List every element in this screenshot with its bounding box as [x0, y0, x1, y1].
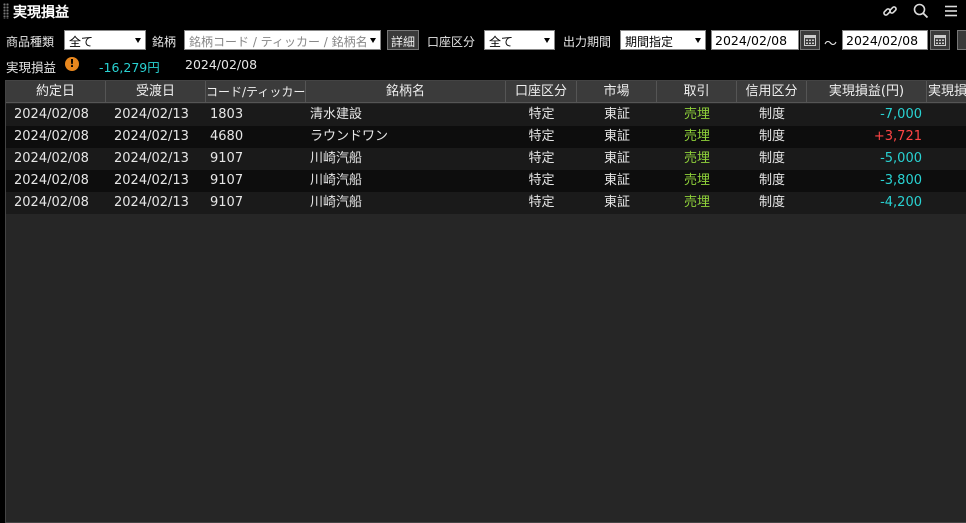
pnl-cell: +3,721: [873, 129, 922, 144]
settle-date-cell: 2024/02/13: [114, 107, 189, 122]
market-cell: 東証: [603, 107, 630, 122]
summary-value: -16,279円: [99, 60, 160, 75]
product-type-select[interactable]: 全て: [64, 30, 146, 50]
date-from-input[interactable]: 2024/02/08: [711, 30, 799, 50]
table-header: 約定日 受渡日 コード/ティッカー 銘柄名 口座区分 市場 取引 信用区分 実現…: [6, 81, 966, 103]
table-row[interactable]: 2024/02/08 2024/02/13 1803 清水建設 特定 東証 売埋 制度 -7,0…: [6, 104, 966, 126]
code-cell: 9107: [210, 151, 244, 166]
summary-label: 実現損益: [6, 60, 57, 75]
stock-name-cell: ラウンドワン: [310, 129, 389, 144]
margin-cell: 制度: [758, 195, 785, 210]
chevron-down-icon: [695, 38, 701, 43]
title-bar: 実現損益: [0, 0, 966, 22]
chevron-down-icon: [544, 38, 550, 43]
date-separator: ～: [824, 37, 838, 52]
warning-icon[interactable]: !: [65, 57, 79, 71]
header-pnl-2[interactable]: 実現損: [927, 81, 966, 103]
pnl-cell: -5,000: [880, 151, 922, 166]
product-type-label: 商品種類: [6, 35, 55, 49]
account-cell: 特定: [528, 129, 555, 144]
account-cell: 特定: [528, 107, 555, 122]
account-cell: 特定: [528, 173, 555, 188]
table-row[interactable]: 2024/02/08 2024/02/13 4680 ラウンドワン 特定 東証 売埋 制度 +3…: [6, 126, 966, 148]
pnl-cell: -3,800: [880, 173, 922, 188]
trade-date-cell: 2024/02/08: [14, 129, 89, 144]
chevron-down-icon: [370, 38, 376, 43]
pnl-cell: -4,200: [880, 195, 922, 210]
code-cell: 9107: [210, 195, 244, 210]
chevron-down-icon: [135, 38, 141, 43]
settle-date-cell: 2024/02/13: [114, 151, 189, 166]
pnl-cell: -7,000: [880, 107, 922, 122]
trade-type-cell: 売埋: [683, 195, 710, 210]
header-margin[interactable]: 信用区分: [737, 81, 807, 103]
calendar-icon[interactable]: [930, 30, 950, 50]
period-label: 出力期間: [563, 35, 612, 49]
trade-date-cell: 2024/02/08: [14, 151, 89, 166]
code-cell: 1803: [210, 107, 244, 122]
header-pnl[interactable]: 実現損益(円): [807, 81, 927, 103]
search-icon[interactable]: [911, 1, 931, 21]
settle-date-cell: 2024/02/13: [114, 129, 189, 144]
trade-type-cell: 売埋: [683, 151, 710, 166]
trade-date-cell: 2024/02/08: [14, 107, 89, 122]
trade-type-cell: 売埋: [683, 173, 710, 188]
margin-cell: 制度: [758, 129, 785, 144]
summary-bar: 実現損益 ! -16,279円 2024/02/08: [0, 56, 966, 75]
calendar-icon[interactable]: [800, 30, 820, 50]
market-cell: 東証: [603, 173, 630, 188]
margin-cell: 制度: [758, 107, 785, 122]
settle-date-cell: 2024/02/13: [114, 173, 189, 188]
margin-cell: 制度: [758, 151, 785, 166]
trade-date-cell: 2024/02/08: [14, 195, 89, 210]
account-select[interactable]: 全て: [484, 30, 555, 50]
header-market[interactable]: 市場: [577, 81, 657, 103]
search-button[interactable]: [957, 30, 966, 50]
header-trade[interactable]: 取引: [657, 81, 737, 103]
account-label: 口座区分: [427, 35, 476, 49]
symbol-placeholder: 銘柄コード / ティッカー / 銘柄名: [189, 35, 368, 49]
stock-name-cell: 川崎汽船: [310, 151, 363, 166]
window-title: 実現損益: [13, 5, 69, 21]
header-name[interactable]: 銘柄名: [306, 81, 506, 103]
account-value: 全て: [489, 35, 514, 49]
table-row[interactable]: 2024/02/08 2024/02/13 9107 川崎汽船 特定 東証 売埋 制度 -5,0…: [6, 148, 966, 170]
account-cell: 特定: [528, 151, 555, 166]
stock-name-cell: 川崎汽船: [310, 195, 363, 210]
drag-grip[interactable]: [3, 3, 9, 19]
code-cell: 4680: [210, 129, 244, 144]
trade-type-cell: 売埋: [683, 129, 710, 144]
header-trade-date[interactable]: 約定日: [6, 81, 106, 103]
period-select[interactable]: 期間指定: [620, 30, 706, 50]
symbol-label: 銘柄: [152, 35, 177, 49]
market-cell: 東証: [603, 151, 630, 166]
account-cell: 特定: [528, 195, 555, 210]
trade-type-cell: 売埋: [683, 107, 710, 122]
header-settle-date[interactable]: 受渡日: [106, 81, 206, 103]
detail-button[interactable]: 詳細: [387, 30, 420, 50]
filter-bar: 商品種類 全て 銘柄 銘柄コード / ティッカー / 銘柄名 詳細 口座区分 全…: [0, 29, 966, 52]
market-cell: 東証: [603, 195, 630, 210]
table-row[interactable]: 2024/02/08 2024/02/13 9107 川崎汽船 特定 東証 売埋 制度 -4,2…: [6, 192, 966, 214]
menu-icon[interactable]: [941, 1, 961, 21]
period-value: 期間指定: [625, 35, 674, 49]
table-row[interactable]: 2024/02/08 2024/02/13 9107 川崎汽船 特定 東証 売埋 制度 -3,8…: [6, 170, 966, 192]
summary-date: 2024/02/08: [185, 57, 258, 72]
header-account[interactable]: 口座区分: [506, 81, 577, 103]
link-icon[interactable]: [880, 1, 900, 21]
header-code[interactable]: コード/ティッカー: [206, 81, 306, 103]
pnl-table: 約定日 受渡日 コード/ティッカー 銘柄名 口座区分 市場 取引 信用区分 実現…: [5, 80, 966, 523]
margin-cell: 制度: [758, 173, 785, 188]
date-to-input[interactable]: 2024/02/08: [842, 30, 928, 50]
product-type-value: 全て: [69, 35, 94, 49]
market-cell: 東証: [603, 129, 630, 144]
symbol-input[interactable]: 銘柄コード / ティッカー / 銘柄名: [184, 30, 381, 50]
stock-name-cell: 川崎汽船: [310, 173, 363, 188]
trade-date-cell: 2024/02/08: [14, 173, 89, 188]
stock-name-cell: 清水建設: [310, 107, 363, 122]
code-cell: 9107: [210, 173, 244, 188]
settle-date-cell: 2024/02/13: [114, 195, 189, 210]
